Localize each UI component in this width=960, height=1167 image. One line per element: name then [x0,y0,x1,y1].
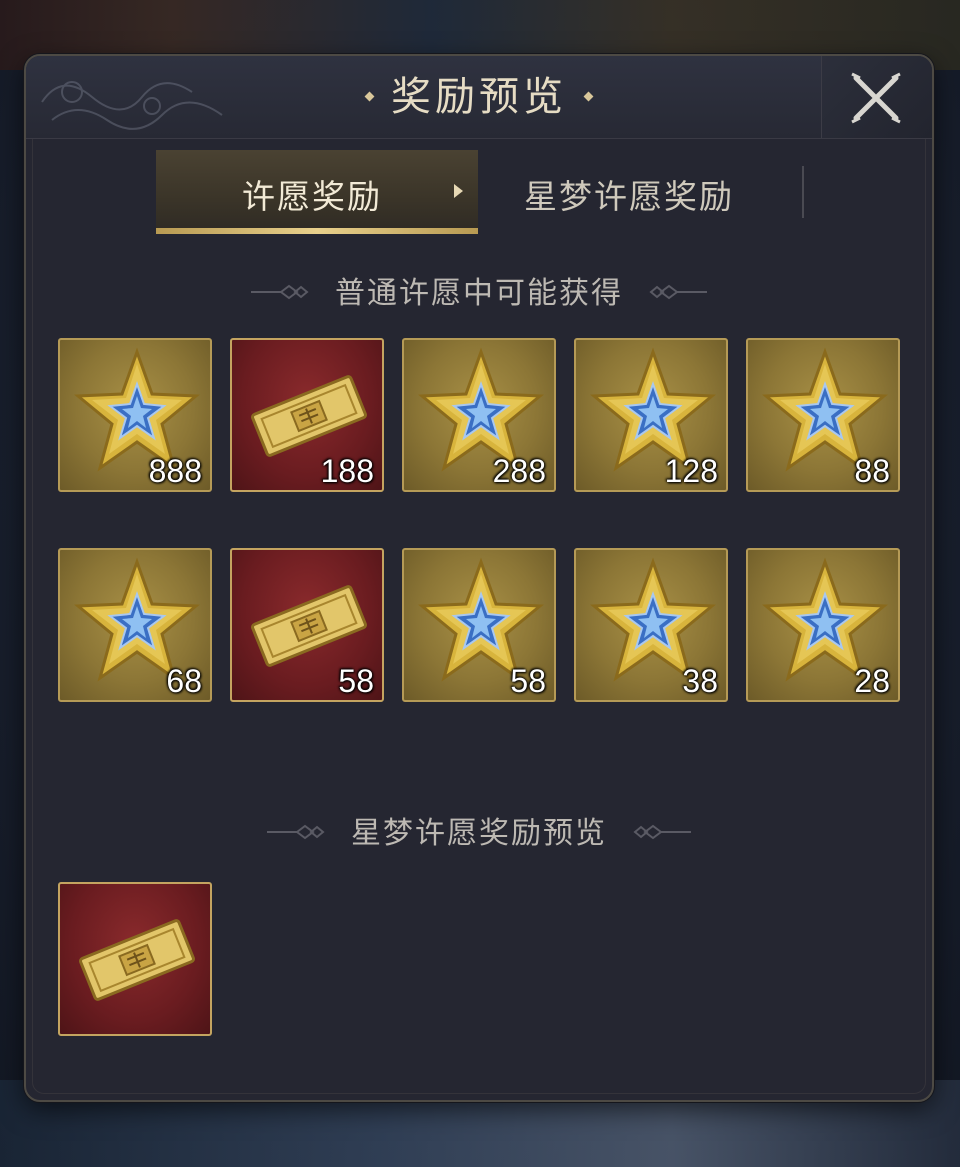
reward-item[interactable]: 188 [230,338,384,492]
reward-quantity: 288 [492,453,546,489]
title-right-dot-icon [583,91,594,101]
reward-item[interactable]: 888 [58,338,212,492]
dialog-title: 奖励预览 [26,70,932,124]
reward-item[interactable]: 128 [574,338,728,492]
heading-left-ornament-icon [251,284,309,299]
normal-reward-grid: 888 188 288 128 88 68 58 58 38 28 [58,338,908,704]
star-dream-section-heading-text: 星梦许愿奖励预览 [351,816,607,851]
reward-quantity: 88 [854,453,890,489]
reward-item[interactable]: 58 [402,548,556,702]
normal-section-heading: 普通许愿中可能获得 [26,268,932,312]
star-dream-section-heading: 星梦许愿奖励预览 [26,808,932,852]
reward-quantity: 188 [320,453,374,489]
reward-quantity: 128 [664,453,718,489]
heading-right-ornament-icon [633,824,691,839]
reward-tabs: 许愿奖励 星梦许愿奖励 [156,150,806,234]
dialog-header: 奖励预览 [26,56,932,139]
title-left-dot-icon [364,91,375,101]
tab-star-dream-rewards[interactable]: 星梦许愿奖励 [496,150,806,234]
close-button[interactable] [821,56,932,138]
reward-quantity: 58 [510,663,546,699]
reward-quantity: 58 [338,663,374,699]
tab-wish-rewards[interactable]: 许愿奖励 [156,150,478,234]
reward-item[interactable] [58,882,212,1036]
reward-quantity: 68 [166,663,202,699]
reward-item[interactable]: 58 [230,548,384,702]
reward-item[interactable]: 88 [746,338,900,492]
reward-item[interactable]: 38 [574,548,728,702]
reward-quantity: 888 [148,453,202,489]
reward-preview-dialog: 奖励预览 许愿奖励 星梦许愿奖励 普通许愿中可能获得 888 188 288 128 8… [24,54,934,1102]
normal-section-heading-text: 普通许愿中可能获得 [335,276,623,311]
reward-item[interactable]: 28 [746,548,900,702]
dialog-title-text: 奖励预览 [391,74,567,120]
reward-quantity: 28 [854,663,890,699]
heading-right-ornament-icon [649,284,707,299]
star-dream-reward-grid [58,882,908,1042]
reward-item[interactable]: 288 [402,338,556,492]
tab-star-dream-rewards-label: 星梦许愿奖励 [524,177,734,216]
reward-item[interactable]: 68 [58,548,212,702]
tab-active-arrow-icon [454,184,463,198]
heading-left-ornament-icon [267,824,325,839]
tab-wish-rewards-label: 许愿奖励 [242,177,382,216]
reward-quantity: 38 [682,663,718,699]
tab-divider [802,166,804,218]
close-x-icon [851,72,901,124]
